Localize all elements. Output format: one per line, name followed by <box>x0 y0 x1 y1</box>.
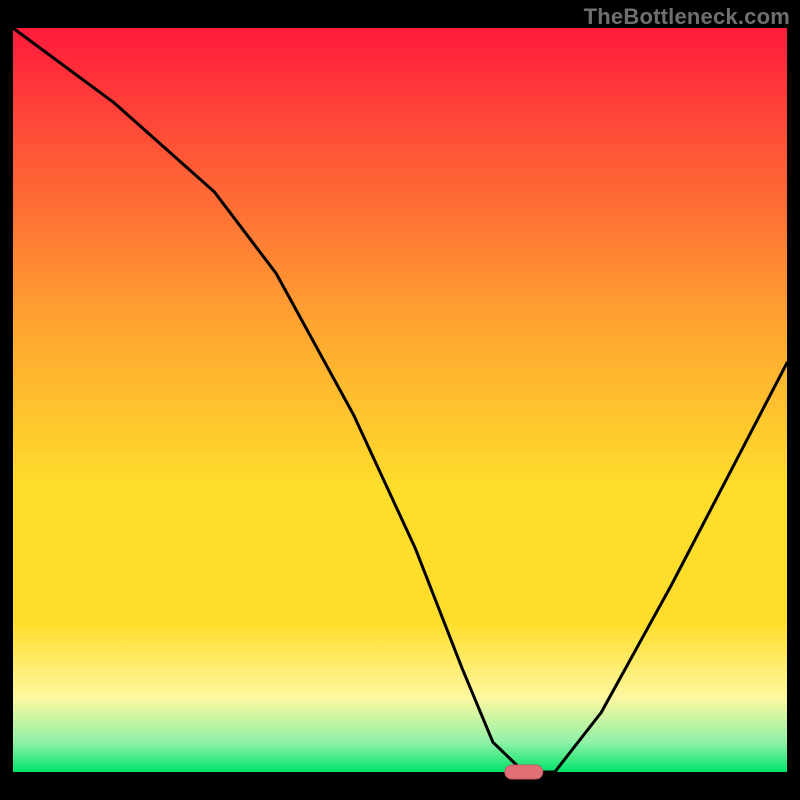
chart-container: TheBottleneck.com <box>0 0 800 800</box>
optimum-marker <box>505 765 543 779</box>
bottleneck-chart <box>0 0 800 800</box>
watermark-text: TheBottleneck.com <box>584 4 790 30</box>
plot-background <box>13 28 787 772</box>
